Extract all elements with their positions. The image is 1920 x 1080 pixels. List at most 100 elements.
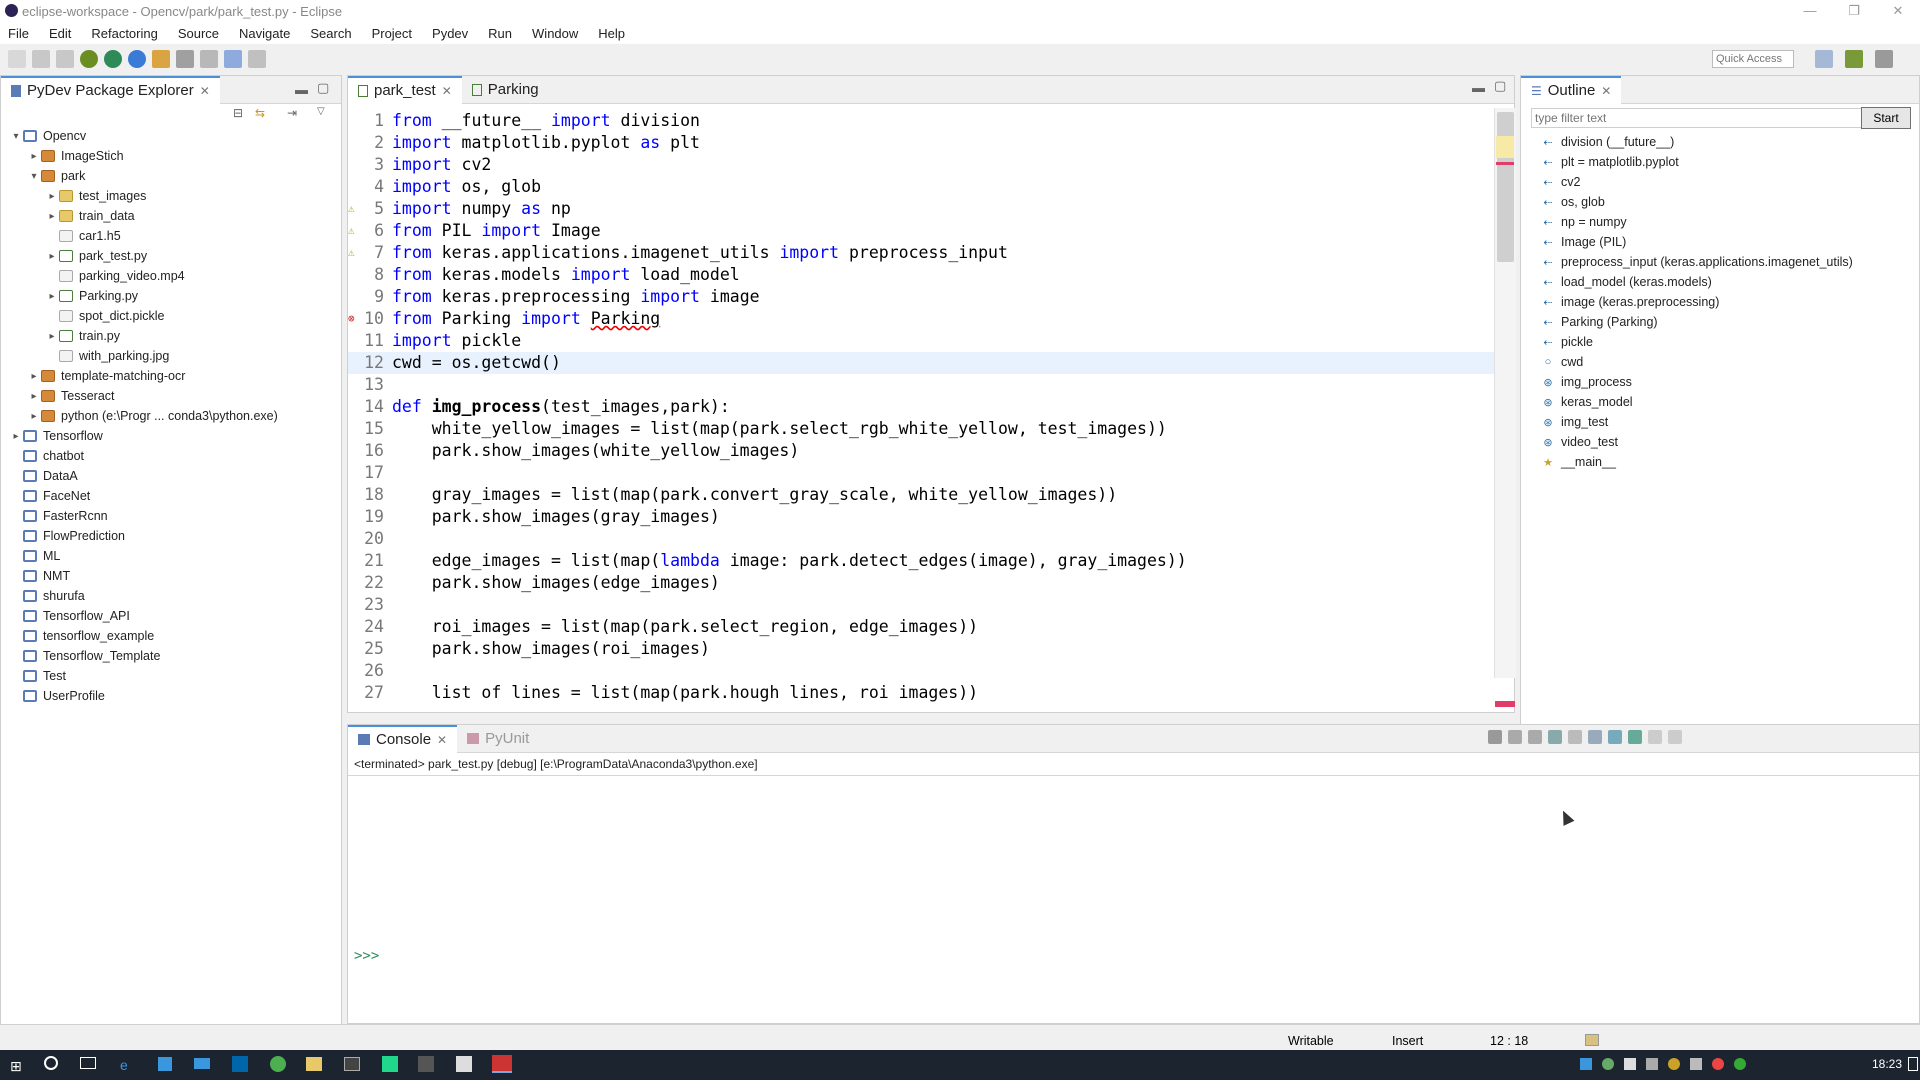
edge-icon[interactable]: e — [120, 1057, 128, 1073]
cortana-icon[interactable] — [44, 1056, 58, 1070]
tree-item[interactable]: chatbot — [9, 446, 341, 466]
windows-start-icon[interactable]: ⊞ — [10, 1058, 22, 1075]
open-console-icon[interactable] — [1628, 730, 1642, 744]
remove-launch-icon[interactable] — [1508, 730, 1522, 744]
code-line[interactable]: 11 import pickle — [348, 330, 1514, 352]
chrome-icon[interactable] — [270, 1056, 286, 1072]
code-line[interactable]: ⊗ 10 from Parking import Parking — [348, 308, 1514, 330]
display-console-icon[interactable] — [1608, 730, 1622, 744]
tree-item[interactable]: Test — [9, 666, 341, 686]
tree-item[interactable]: ▸ ImageStich — [9, 146, 341, 166]
close-button[interactable]: ✕ — [1876, 0, 1920, 22]
tree-item[interactable]: DataA — [9, 466, 341, 486]
tree-item[interactable]: ▸ Parking.py — [9, 286, 341, 306]
outline-item[interactable]: ⇠ Image (PIL) — [1521, 232, 1919, 252]
chevron-right-icon[interactable]: ▸ — [27, 411, 41, 422]
minimize-console-icon[interactable] — [1648, 730, 1662, 744]
debug-perspective-icon[interactable] — [1875, 50, 1893, 68]
tree-item[interactable]: car1.h5 — [9, 226, 341, 246]
code-line[interactable]: 20 — [348, 528, 1514, 550]
outline-item[interactable]: ⇠ np = numpy — [1521, 212, 1919, 232]
menu-source[interactable]: Source — [178, 26, 219, 41]
code-line[interactable]: 3 import cv2 — [348, 154, 1514, 176]
tree-item[interactable]: Tensorflow_API — [9, 606, 341, 626]
tree-item[interactable]: ▸ python (e:\Progr ... conda3\python.exe) — [9, 406, 341, 426]
error-marker[interactable] — [1496, 162, 1514, 165]
progress-icon[interactable] — [1585, 1034, 1599, 1046]
code-line[interactable]: 2 import matplotlib.pyplot as plt — [348, 132, 1514, 154]
outline-item[interactable]: ⇠ preprocess_input (keras.applications.im… — [1521, 252, 1919, 272]
view-menu-icon[interactable]: ▽ — [317, 106, 325, 117]
editor-scrollbar[interactable] — [1494, 108, 1516, 678]
outline-item[interactable]: ⇠ load_model (keras.models) — [1521, 272, 1919, 292]
close-icon[interactable]: ✕ — [442, 84, 452, 98]
remove-all-icon[interactable] — [1528, 730, 1542, 744]
eclipse-taskbar-icon[interactable] — [492, 1055, 512, 1073]
tree-item[interactable]: ▸ train.py — [9, 326, 341, 346]
menu-run[interactable]: Run — [488, 26, 512, 41]
tree-item[interactable]: FaceNet — [9, 486, 341, 506]
error-overview-marker[interactable] — [1495, 701, 1515, 707]
next-annotation-icon[interactable] — [200, 50, 218, 68]
run-icon[interactable] — [104, 50, 122, 68]
minimize-editor-icon[interactable]: ▬ — [1472, 80, 1485, 95]
menu-refactoring[interactable]: Refactoring — [91, 26, 157, 41]
tab-pyunit[interactable]: PyUnit — [457, 725, 539, 753]
code-line[interactable]: ⚠ 5 import numpy as np — [348, 198, 1514, 220]
outline-item[interactable]: ⇠ pickle — [1521, 332, 1919, 352]
debug-icon[interactable] — [80, 50, 98, 68]
back-icon[interactable] — [224, 50, 242, 68]
tab-package-explorer[interactable]: PyDev Package Explorer ✕ — [1, 75, 220, 104]
editor-scrollbar-thumb[interactable] — [1497, 112, 1514, 262]
tab-outline[interactable]: ☰ Outline ✕ — [1521, 75, 1622, 104]
terminal-icon[interactable] — [344, 1057, 360, 1071]
code-line[interactable]: 17 — [348, 462, 1514, 484]
new-icon[interactable] — [8, 50, 26, 68]
tree-item[interactable]: ▸ template-matching-ocr — [9, 366, 341, 386]
perspective-icon[interactable] — [1815, 50, 1833, 68]
code-line[interactable]: 18 gray_images = list(map(park.convert_g… — [348, 484, 1514, 506]
chevron-down-icon[interactable]: ▾ — [27, 171, 41, 182]
chevron-right-icon[interactable]: ▸ — [45, 191, 59, 202]
tree-item[interactable]: shurufa — [9, 586, 341, 606]
code-line[interactable]: 12 cwd = os.getcwd() — [348, 352, 1514, 374]
close-icon[interactable]: ✕ — [1601, 84, 1611, 98]
chevron-right-icon[interactable]: ▸ — [45, 251, 59, 262]
code-line[interactable]: ⚠ 7 from keras.applications.imagenet_utils… — [348, 242, 1514, 264]
pycharm-icon[interactable] — [382, 1056, 398, 1072]
open-type-icon[interactable] — [152, 50, 170, 68]
maximize-editor-icon[interactable]: ▢ — [1494, 78, 1506, 94]
tab-console[interactable]: Console ✕ — [348, 724, 458, 753]
task-view-icon[interactable] — [80, 1057, 96, 1069]
code-line[interactable]: 24 roi_images = list(map(park.select_reg… — [348, 616, 1514, 638]
code-line[interactable]: 16 park.show_images(white_yellow_images) — [348, 440, 1514, 462]
tree-item[interactable]: parking_video.mp4 — [9, 266, 341, 286]
search-icon[interactable] — [176, 50, 194, 68]
tab-parking[interactable]: Parking — [462, 76, 549, 104]
save-all-icon[interactable] — [56, 50, 74, 68]
code-line[interactable]: 8 from keras.models import load_model — [348, 264, 1514, 286]
outline-item[interactable]: ⊛ keras_model — [1521, 392, 1919, 412]
minimize-view-icon[interactable]: ▬ — [295, 82, 308, 97]
mail-icon[interactable] — [194, 1058, 210, 1069]
menu-search[interactable]: Search — [310, 26, 351, 41]
focus-icon[interactable]: ⇥ — [287, 106, 297, 120]
close-icon[interactable]: ✕ — [437, 733, 447, 747]
outline-item[interactable]: ⇠ cv2 — [1521, 172, 1919, 192]
tree-item[interactable]: UserProfile — [9, 686, 341, 706]
chevron-right-icon[interactable]: ▸ — [27, 391, 41, 402]
video-app-icon[interactable] — [418, 1056, 434, 1072]
code-editor[interactable]: 1 from __future__ import division 2 import… — [348, 104, 1514, 702]
menu-edit[interactable]: Edit — [49, 26, 71, 41]
pydev-perspective-icon[interactable] — [1845, 50, 1863, 68]
tree-item[interactable]: FasterRcnn — [9, 506, 341, 526]
menu-navigate[interactable]: Navigate — [239, 26, 290, 41]
outline-filter-input[interactable] — [1531, 108, 1871, 128]
close-icon[interactable]: ✕ — [200, 84, 210, 98]
notification-icon[interactable] — [1908, 1057, 1918, 1071]
tree-item[interactable]: ML — [9, 546, 341, 566]
code-line[interactable]: 27 list of lines = list(map(park.hough l… — [348, 682, 1514, 702]
maximize-view-icon[interactable]: ▢ — [317, 80, 329, 96]
forward-icon[interactable] — [248, 50, 266, 68]
tree-item[interactable]: ▸ train_data — [9, 206, 341, 226]
